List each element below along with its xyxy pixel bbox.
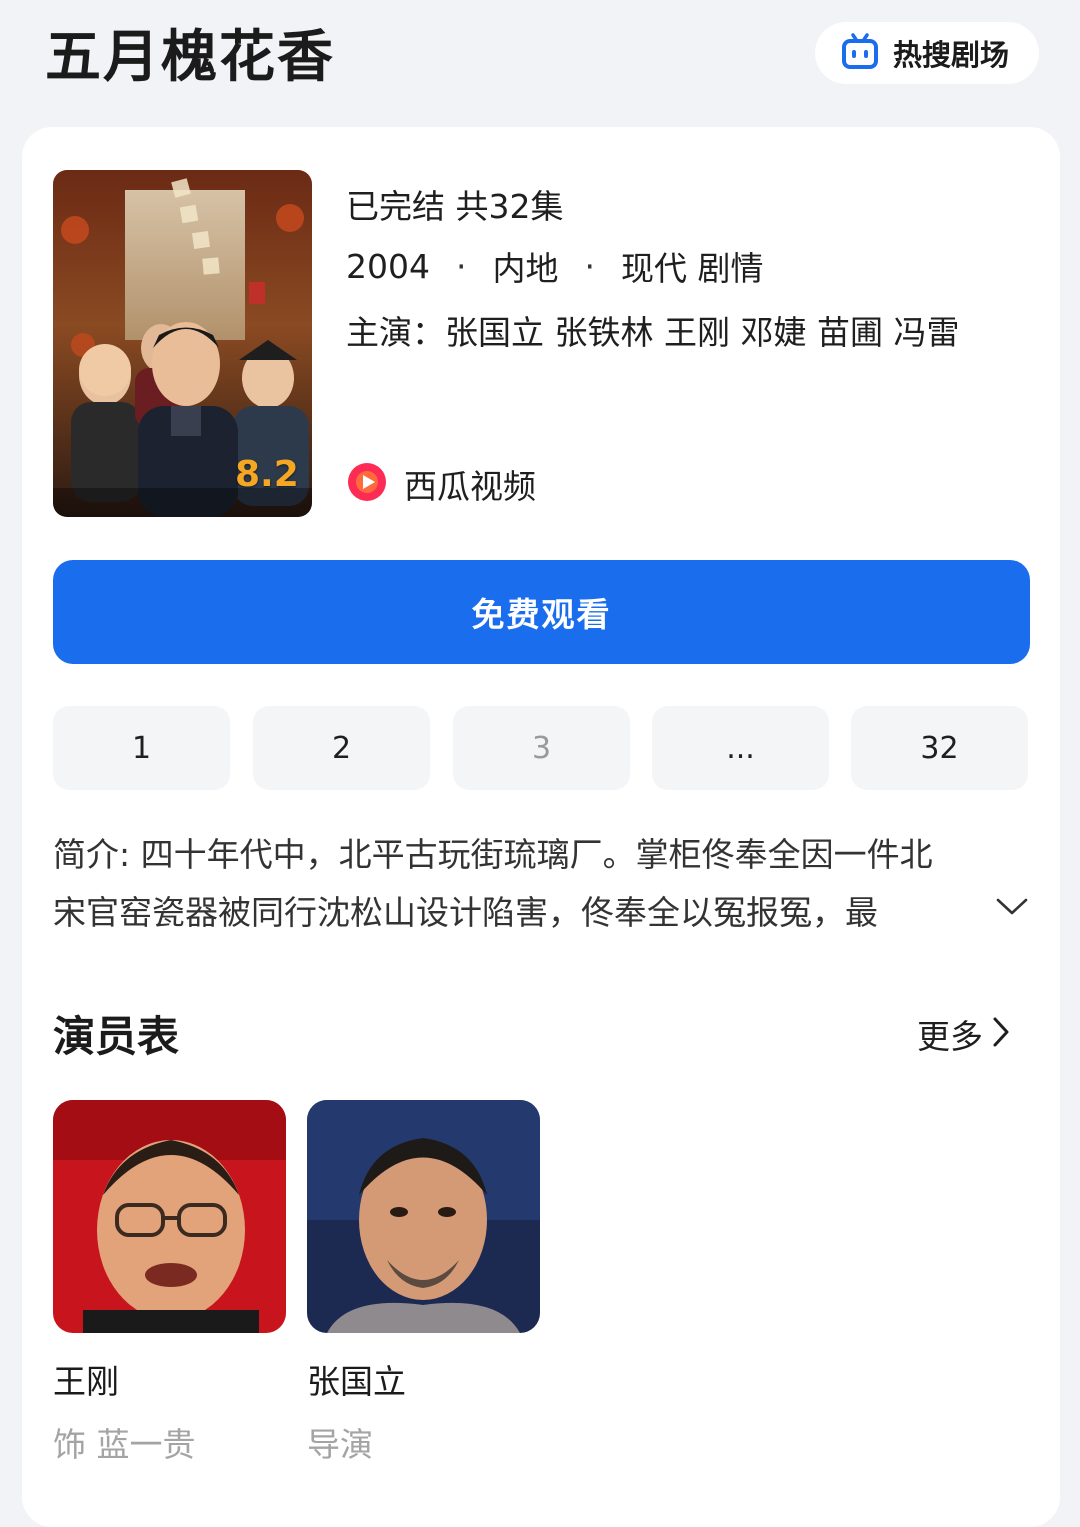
status-text: 已完结 共32集 <box>346 187 564 226</box>
xigua-video-icon <box>346 461 388 507</box>
cast-avatar[interactable] <box>53 1100 286 1333</box>
episode-button[interactable]: 32 <box>851 706 1028 790</box>
separator-dot: · <box>455 246 467 286</box>
chevron-right-icon <box>991 1015 1011 1053</box>
episode-button[interactable]: 1 <box>53 706 230 790</box>
free-watch-button[interactable]: 免费观看 <box>53 560 1030 664</box>
synopsis[interactable]: 简介: 四十年代中，北平古玩街琉璃厂。掌柜佟奉全因一件北 宋官窑瓷器被同行沈松山… <box>53 826 1030 942</box>
cast-more-link[interactable]: 更多 <box>917 1010 1011 1058</box>
genre-text: 现代 剧情 <box>620 249 764 288</box>
hot-theater-button[interactable]: 热搜剧场 <box>815 22 1039 84</box>
episode-more-button[interactable]: ... <box>652 706 829 790</box>
synopsis-line: 简介: 四十年代中，北平古玩街琉璃厂。掌柜佟奉全因一件北 <box>53 835 933 874</box>
more-label: 更多 <box>917 1017 983 1056</box>
synopsis-line: 宋官窑瓷器被同行沈松山设计陷害，佟奉全以冤报冤，最 <box>53 893 878 932</box>
cast-section-title: 演员表 <box>53 1012 180 1061</box>
episode-button[interactable]: 2 <box>253 706 430 790</box>
platform-link[interactable]: 西瓜视频 <box>346 460 536 508</box>
cast-name[interactable]: 王刚 <box>53 1355 119 1403</box>
cast-name[interactable]: 张国立 <box>307 1355 406 1403</box>
cast-avatar[interactable] <box>307 1100 540 1333</box>
episode-button[interactable]: 3 <box>453 706 630 790</box>
tv-icon <box>841 32 879 74</box>
cast-line: 主演：张国立 张铁林 王刚 邓婕 苗圃 冯雷 <box>346 313 960 352</box>
separator-dot: · <box>584 246 595 286</box>
cast-role: 饰 蓝一贵 <box>53 1425 196 1464</box>
region-text: 内地 <box>492 249 559 288</box>
year-text: 2004 <box>346 246 430 286</box>
episode-list: 1 2 3 ... 32 <box>53 706 1030 790</box>
chevron-down-icon[interactable] <box>995 895 1029 921</box>
meta-line: 2004 · 内地 · 现代 剧情 <box>346 242 763 290</box>
rating-score: 8.2 <box>235 454 299 495</box>
poster-image[interactable]: 8.2 <box>53 170 312 517</box>
page-title: 五月槐花香 <box>45 25 335 90</box>
cast-role: 导演 <box>307 1425 373 1464</box>
platform-name: 西瓜视频 <box>404 467 536 506</box>
hot-theater-label: 热搜剧场 <box>893 38 1010 72</box>
